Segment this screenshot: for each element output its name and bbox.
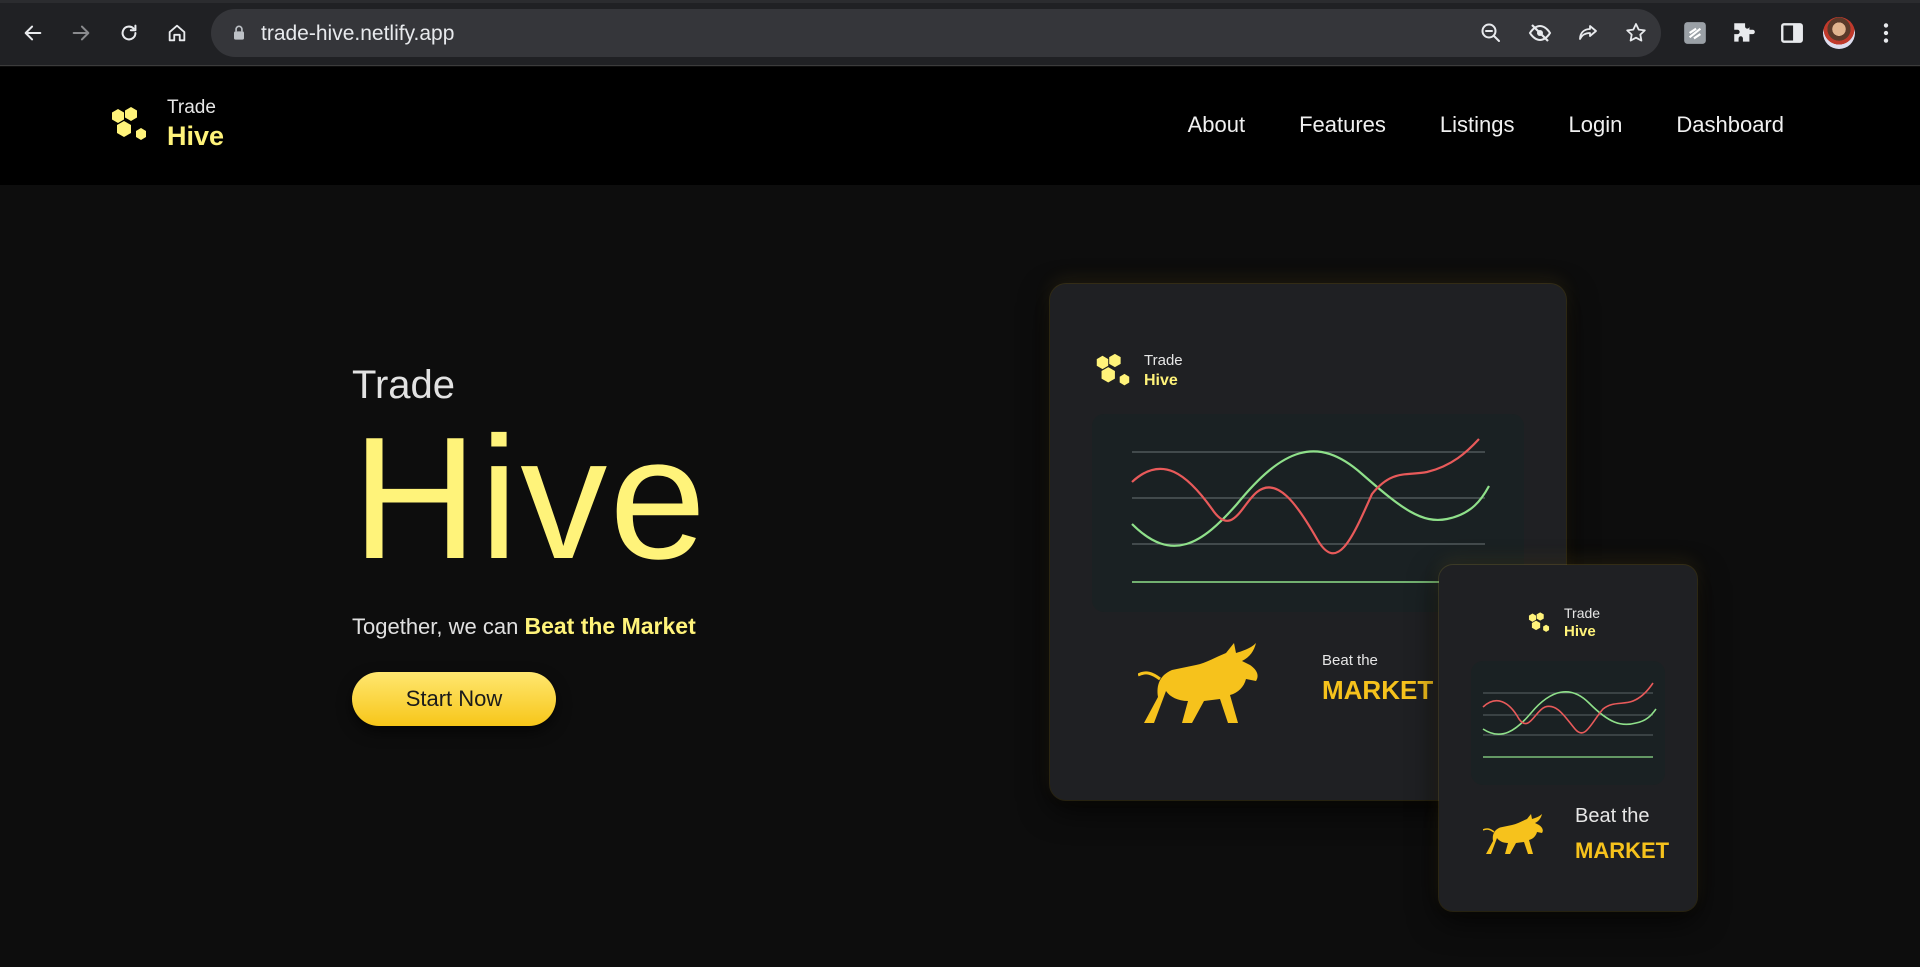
- site-header: Trade Hive About Features Listings Login…: [0, 67, 1920, 185]
- mockup-small-beat-text: Beat the MARKET: [1575, 805, 1669, 864]
- mockup-brand-big: Hive: [1144, 372, 1178, 389]
- address-bar[interactable]: trade-hive.netlify.app: [211, 9, 1661, 57]
- url-text[interactable]: trade-hive.netlify.app: [261, 22, 454, 46]
- share-icon[interactable]: [1576, 21, 1600, 45]
- mockup-small-chart-panel: [1471, 661, 1665, 785]
- mockup-card-small: Trade Hive Beat the MARKET: [1439, 565, 1697, 911]
- browser-toolbar: trade-hive.netlify.app: [0, 0, 1920, 66]
- tab-strip-edge: [0, 0, 1920, 3]
- mockup-small-brand-big: Hive: [1564, 623, 1596, 640]
- zoom-icon[interactable]: [1479, 21, 1503, 45]
- market-text: MARKET: [1575, 838, 1670, 863]
- bull-icon: [1483, 814, 1543, 854]
- beat-the-text: Beat the: [1575, 805, 1650, 827]
- lock-icon[interactable]: [229, 23, 249, 43]
- forward-arrow-icon: [72, 25, 90, 41]
- red-line-icon: [1482, 682, 1654, 734]
- start-now-button[interactable]: Start Now: [352, 672, 556, 726]
- green-line-icon: [1131, 450, 1490, 547]
- main-nav: About Features Listings Login Dashboard: [1188, 112, 1784, 138]
- hive-hexagon-icon: [1096, 353, 1130, 386]
- tagline-highlight: Beat the Market: [524, 613, 696, 639]
- back-button[interactable]: [16, 16, 50, 50]
- mockup-brand-small: Trade: [1144, 352, 1183, 369]
- red-line-icon: [1131, 438, 1480, 555]
- bookmark-star-icon[interactable]: [1624, 21, 1648, 45]
- tagline-prefix: Together, we can: [352, 614, 525, 639]
- nav-features[interactable]: Features: [1299, 112, 1386, 138]
- forward-button[interactable]: [64, 16, 98, 50]
- more-menu-icon[interactable]: [1873, 20, 1899, 46]
- home-icon: [168, 24, 186, 42]
- brand-small-text: Trade: [167, 97, 216, 118]
- eye-off-icon[interactable]: [1528, 21, 1552, 45]
- nav-login[interactable]: Login: [1569, 112, 1623, 138]
- hero-tagline: Together, we can Beat the Market: [352, 613, 696, 640]
- extension-app-icon[interactable]: [1682, 20, 1708, 46]
- mockup-small-brand-small: Trade: [1564, 605, 1601, 621]
- profile-avatar[interactable]: [1823, 17, 1855, 49]
- brand-big-text: Hive: [167, 121, 225, 151]
- green-line-icon: [1482, 691, 1657, 735]
- bull-icon: [1138, 643, 1258, 723]
- reload-button[interactable]: [112, 16, 146, 50]
- decorative-line-chart-small: [1482, 682, 1657, 758]
- back-arrow-icon: [24, 25, 42, 41]
- hero-section: Trade Hive Together, we can Beat the Mar…: [0, 185, 1920, 967]
- extensions-puzzle-icon[interactable]: [1731, 20, 1757, 46]
- hero-hive-title: Hive: [352, 400, 709, 595]
- hive-hexagon-icon: [1528, 611, 1550, 632]
- mockup-beat-text: Beat the MARKET: [1322, 652, 1433, 706]
- mockup-brand: Trade Hive: [1092, 350, 1183, 392]
- nav-listings[interactable]: Listings: [1440, 112, 1515, 138]
- nav-dashboard[interactable]: Dashboard: [1676, 112, 1784, 138]
- hive-hexagon-icon: [112, 106, 146, 140]
- home-button[interactable]: [160, 16, 194, 50]
- beat-the-text: Beat the: [1322, 652, 1378, 669]
- market-text: MARKET: [1322, 675, 1434, 705]
- mockup-small-brand: Trade Hive: [1526, 605, 1600, 640]
- brand-logo-link[interactable]: Trade Hive: [107, 97, 224, 152]
- side-panel-icon[interactable]: [1779, 20, 1805, 46]
- nav-about[interactable]: About: [1188, 112, 1246, 138]
- reload-icon: [121, 24, 137, 41]
